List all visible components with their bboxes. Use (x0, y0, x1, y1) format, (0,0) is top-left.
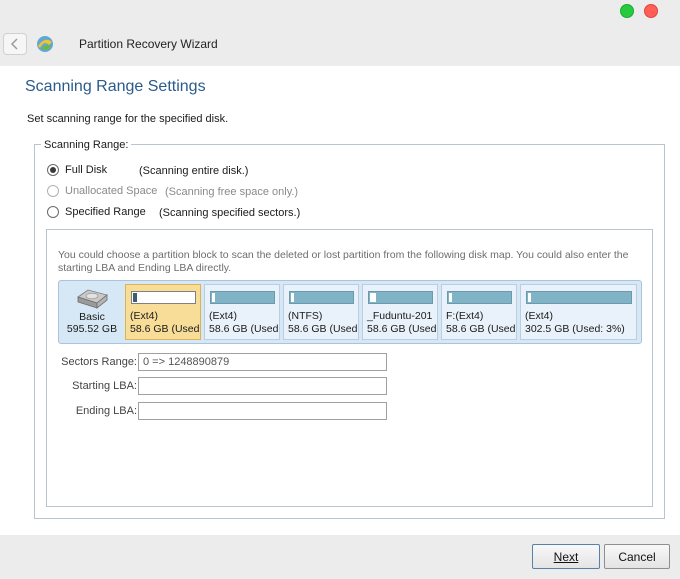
partition-name: (Ext4) (525, 310, 554, 322)
partition-usage-fill (212, 293, 215, 302)
radio-full-disk[interactable]: Full Disk (47, 164, 107, 176)
partition-usage-bar (526, 291, 632, 304)
partition-name: (NTFS) (288, 310, 323, 322)
disk-block[interactable]: Basic 595.52 GB (61, 283, 123, 341)
app-logo-icon (37, 36, 53, 52)
radio-unallocated-space-label: Unallocated Space (65, 185, 158, 197)
partition-label: F:(Ext4) 58.6 GB (Used (446, 310, 515, 336)
radio-button[interactable] (47, 164, 59, 176)
ending-lba-label: Ending LBA: (75, 405, 137, 417)
radio-full-disk-description: (Scanning entire disk.) (139, 165, 249, 177)
disk-type: Basic (79, 311, 105, 323)
scanning-range-group: Scanning Range: Full Disk (Scanning enti… (34, 139, 665, 519)
title-bar: Partition Recovery Wizard (0, 0, 680, 66)
next-button[interactable]: Next (532, 544, 600, 569)
page-title: Scanning Range Settings (25, 78, 206, 95)
chevron-left-icon (10, 38, 18, 50)
partition-usage-bar (289, 291, 354, 304)
partition-usage-bar (210, 291, 275, 304)
window-title: Partition Recovery Wizard (79, 37, 218, 51)
radio-unallocated-space[interactable]: Unallocated Space (47, 185, 157, 197)
partition-label: (Ext4) 58.6 GB (Used (209, 310, 278, 336)
partition-block[interactable]: (Ext4) 58.6 GB (Used (125, 284, 201, 340)
sectors-range-label: Sectors Range: (61, 356, 137, 368)
partition-label: (Ext4) 58.6 GB (Used (130, 310, 199, 336)
next-button-label: Next (553, 549, 579, 564)
partition-usage-fill (291, 293, 294, 302)
cancel-button[interactable]: Cancel (604, 544, 670, 569)
partition-label: (NTFS) 58.6 GB (Used (288, 310, 357, 336)
scanning-range-legend: Scanning Range: (41, 139, 132, 151)
partition-block[interactable]: _Fuduntu-201 58.6 GB (Used (362, 284, 438, 340)
partition-usage-bar (368, 291, 433, 304)
partition-name: F:(Ext4) (446, 310, 484, 322)
partition-usage-bar (131, 291, 196, 304)
maximize-window-button[interactable] (620, 4, 634, 18)
radio-specified-range[interactable]: Specified Range (47, 206, 146, 218)
radio-button[interactable] (47, 185, 59, 197)
partition-detail: 58.6 GB (Used (446, 323, 516, 335)
radio-unallocated-space-description: (Scanning free space only.) (165, 186, 299, 198)
disk-map-panel: You could choose a partition block to sc… (46, 229, 653, 507)
partition-detail: 302.5 GB (Used: 3%) (525, 323, 625, 335)
ending-lba-field[interactable] (138, 402, 387, 420)
starting-lba-label: Starting LBA: (72, 380, 137, 392)
wizard-content: Scanning Range Settings Set scanning ran… (0, 66, 680, 535)
radio-specified-range-label: Specified Range (65, 206, 146, 218)
partition-block[interactable]: (NTFS) 58.6 GB (Used (283, 284, 359, 340)
partition-detail: 58.6 GB (Used (288, 323, 358, 335)
close-window-button[interactable] (644, 4, 658, 18)
partition-name: (Ext4) (209, 310, 238, 322)
radio-button[interactable] (47, 206, 59, 218)
radio-specified-range-description: (Scanning specified sectors.) (159, 207, 301, 219)
partition-block[interactable]: F:(Ext4) 58.6 GB (Used (441, 284, 517, 340)
partition-label: (Ext4) 302.5 GB (Used: 3%) (525, 310, 625, 336)
partition-detail: 58.6 GB (Used (367, 323, 437, 335)
partition-label: _Fuduntu-201 58.6 GB (Used (367, 310, 436, 336)
partition-usage-bar (447, 291, 512, 304)
partition-name: _Fuduntu-201 (367, 310, 433, 322)
partition-detail: 58.6 GB (Used (130, 323, 200, 335)
partition-usage-fill (370, 293, 376, 302)
radio-full-disk-label: Full Disk (65, 164, 108, 176)
disk-size: 595.52 GB (66, 323, 118, 335)
hard-disk-icon (77, 289, 108, 309)
back-button[interactable] (3, 33, 27, 55)
page-subtitle: Set scanning range for the specified dis… (27, 113, 229, 125)
disk-map-info: You could choose a partition block to sc… (58, 249, 629, 274)
partition-detail: 58.6 GB (Used (209, 323, 279, 335)
sectors-range-field[interactable] (138, 353, 387, 371)
partition-usage-fill (133, 293, 137, 302)
partition-usage-fill (528, 293, 531, 302)
partition-name: (Ext4) (130, 310, 159, 322)
partition-block[interactable]: (Ext4) 302.5 GB (Used: 3%) (520, 284, 637, 340)
partition-block[interactable]: (Ext4) 58.6 GB (Used (204, 284, 280, 340)
partition-usage-fill (449, 293, 452, 302)
disk-map: Basic 595.52 GB (Ext4) 58.6 GB (Used (Ext4… (58, 280, 642, 344)
starting-lba-field[interactable] (138, 377, 387, 395)
